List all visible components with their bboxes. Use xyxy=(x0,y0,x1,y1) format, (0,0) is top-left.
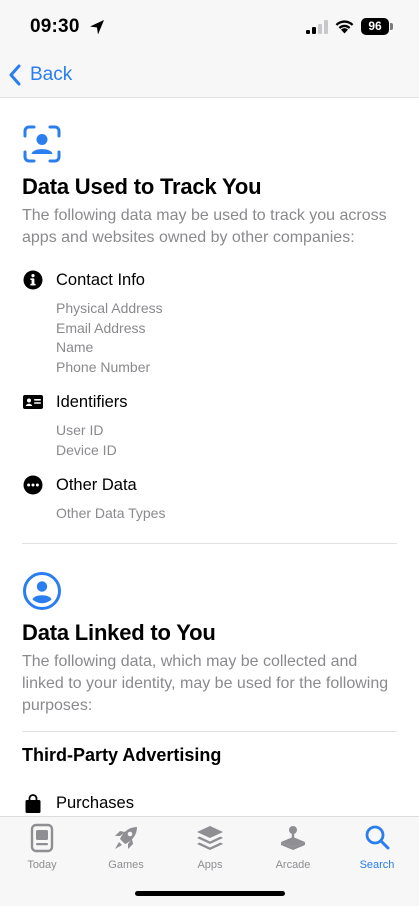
category-label: Purchases xyxy=(56,794,134,812)
category-header: Identifiers xyxy=(22,389,397,415)
shopping-bag-icon xyxy=(25,793,41,813)
tab-label: Apps xyxy=(197,859,223,871)
person-circle-icon xyxy=(23,571,61,610)
tab-label: Today xyxy=(27,859,57,871)
category-items: Other Data Types xyxy=(22,504,397,524)
data-item: Physical Address xyxy=(56,300,163,316)
data-item: Name xyxy=(56,339,94,355)
category-header: Other Data xyxy=(22,472,397,498)
linked-section-description: The following data, which may be collect… xyxy=(22,652,389,714)
wifi-icon xyxy=(335,20,354,34)
today-icon xyxy=(30,823,54,853)
app-store-privacy-screen: 09:30 96 Back Data Used to Track You The… xyxy=(0,0,419,906)
data-item: Email Address xyxy=(56,319,146,336)
data-item: User ID xyxy=(56,422,104,438)
category-other-data: Other Data Other Data Types xyxy=(22,472,397,524)
privacy-details-content[interactable]: Data Used to Track You The following dat… xyxy=(0,98,419,816)
location-arrow-icon xyxy=(90,20,104,35)
chevron-left-icon xyxy=(9,64,21,86)
category-label: Contact Info xyxy=(56,270,145,289)
tab-apps[interactable]: Apps xyxy=(168,823,252,879)
tracking-section-description: The following data may be used to track … xyxy=(22,207,387,246)
rocket-icon xyxy=(115,827,137,849)
back-label: Back xyxy=(30,64,73,85)
battery-indicator: 96 xyxy=(361,18,389,35)
status-time: 09:30 xyxy=(30,16,80,37)
tab-today[interactable]: Today xyxy=(0,823,84,879)
tab-arcade[interactable]: Arcade xyxy=(251,823,335,879)
category-label: Identifiers xyxy=(56,392,128,411)
tracking-section-title: Data Used to Track You xyxy=(22,174,262,199)
arcade-joystick-icon xyxy=(281,826,305,850)
purpose-divider xyxy=(22,730,397,732)
cellular-signal-icon xyxy=(306,20,328,34)
top-navigation-bar: 09:30 96 Back xyxy=(0,0,419,98)
tab-games[interactable]: Games xyxy=(84,823,168,879)
info-circle-icon xyxy=(23,270,43,290)
linked-section-title: Data Linked to You xyxy=(22,619,216,645)
tab-search[interactable]: Search xyxy=(335,823,419,879)
category-items: User ID Device ID xyxy=(22,421,397,460)
home-indicator[interactable] xyxy=(135,891,285,896)
linked-section: Data Linked to You The following data, w… xyxy=(0,571,419,717)
id-card-icon xyxy=(23,395,43,409)
data-item: Other Data Types xyxy=(56,505,166,521)
purpose-third-party-advertising: Third-Party Advertising Purchases xyxy=(0,745,419,817)
tracking-section: Data Used to Track You The following dat… xyxy=(0,124,419,524)
data-item: Phone Number xyxy=(56,358,151,375)
category-label: Other Data xyxy=(56,475,137,494)
back-button[interactable]: Back xyxy=(8,60,72,90)
data-item: Device ID xyxy=(56,441,117,458)
category-purchases: Purchases xyxy=(22,791,397,817)
battery-terminal xyxy=(390,23,393,30)
tracking-person-icon xyxy=(23,125,61,163)
category-identifiers: Identifiers User ID Device ID xyxy=(22,389,397,460)
tab-label: Search xyxy=(359,859,395,871)
category-items: Physical Address Email Address Name Phon… xyxy=(22,299,397,377)
tab-label: Arcade xyxy=(275,859,311,871)
section-divider xyxy=(22,542,397,544)
apps-stack-icon xyxy=(197,826,223,850)
category-contact-info: Contact Info Physical Address Email Addr… xyxy=(22,267,397,377)
purpose-title: Third-Party Advertising xyxy=(22,744,222,765)
search-icon xyxy=(365,825,390,850)
ellipsis-circle-icon xyxy=(23,475,43,495)
tab-label: Games xyxy=(108,859,144,871)
category-header: Contact Info xyxy=(22,267,397,293)
